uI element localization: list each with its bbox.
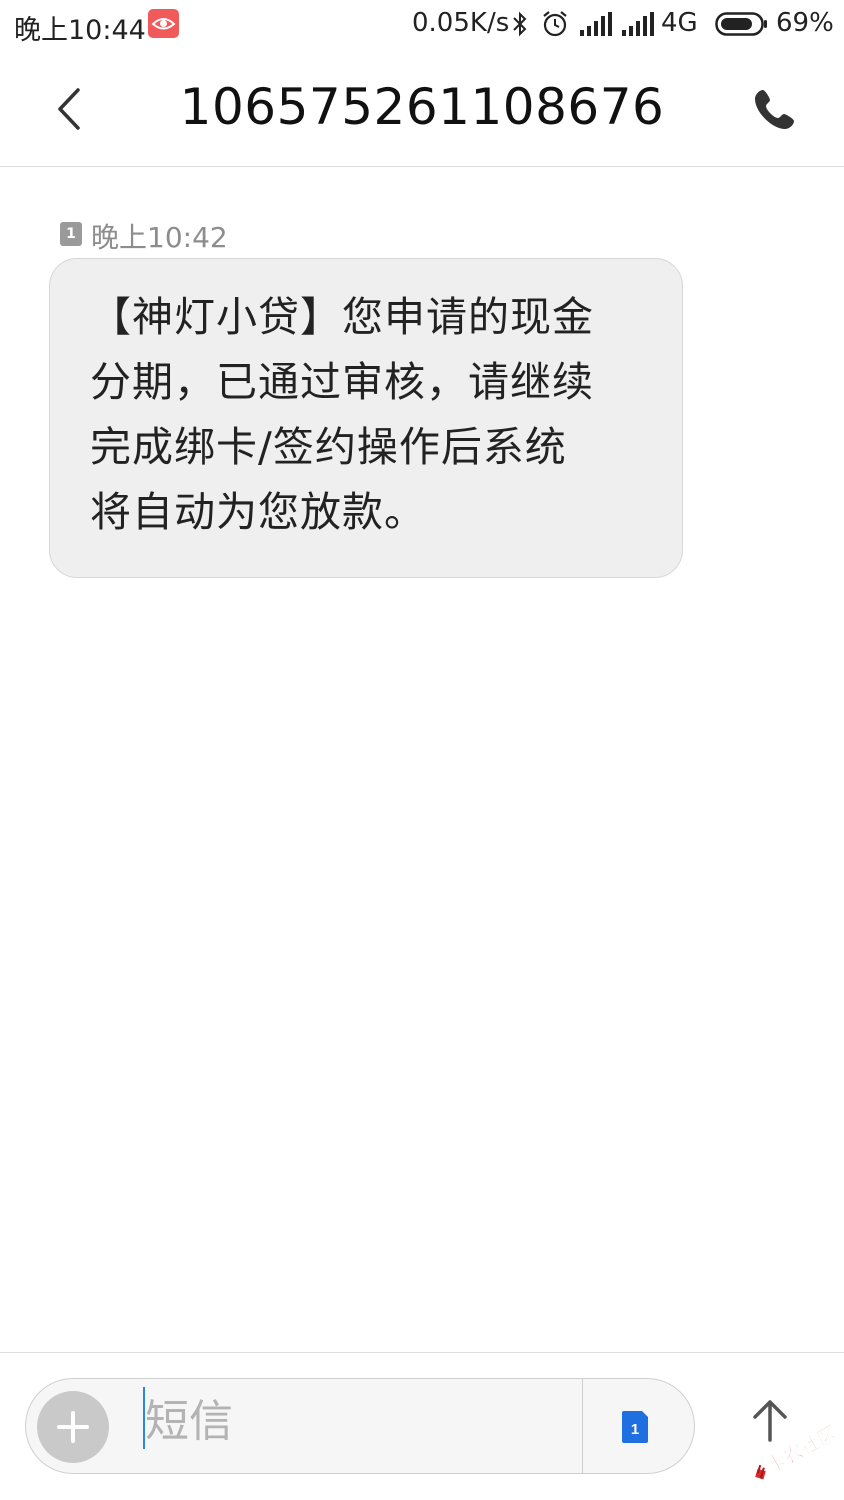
signal-icon — [580, 12, 612, 40]
page-title: 106575261108676 — [179, 78, 665, 136]
eye-app-icon — [148, 9, 179, 38]
composer-separator — [582, 1379, 583, 1473]
message-line: 将自动为您放款。 — [90, 488, 426, 536]
battery-percentage: 69% — [776, 8, 834, 38]
sim-card-icon: 1 — [622, 1411, 648, 1443]
battery-icon — [715, 12, 769, 40]
add-attachment-button[interactable] — [37, 1391, 109, 1463]
message-text: 【神灯小贷】您申请的现金 分期，已通过审核，请继续 完成绑卡/签约操作后系统 将… — [90, 285, 642, 545]
bluetooth-icon — [512, 11, 528, 41]
call-button[interactable] — [752, 86, 798, 132]
sim-badge: 1 — [60, 222, 82, 246]
message-bubble[interactable]: 【神灯小贷】您申请的现金 分期，已通过审核，请继续 完成绑卡/签约操作后系统 将… — [49, 258, 683, 578]
alarm-icon — [540, 9, 570, 43]
plus-icon — [57, 1411, 89, 1443]
message-input[interactable] — [145, 1390, 565, 1452]
network-speed: 0.05K/s — [412, 8, 510, 38]
composer-divider — [0, 1352, 844, 1353]
phone-icon — [755, 90, 794, 129]
status-time: 晚上10:44 — [14, 15, 146, 46]
status-bar: 晚上10:44 0.05K/s 4G 69% — [0, 0, 844, 50]
conversation-header: 106575261108676 — [0, 50, 844, 167]
watermark-logo: 卡农社区 — [743, 1410, 843, 1485]
message-line: 完成绑卡/签约操作后系统 — [90, 423, 567, 471]
sim-number: 1 — [631, 1421, 639, 1438]
signal-icon — [622, 12, 654, 40]
network-type: 4G — [661, 8, 698, 38]
sim-select-button[interactable]: 1 — [612, 1403, 658, 1449]
watermark-text: 卡农社区 — [763, 1421, 841, 1477]
message-line: 【神灯小贷】您申请的现金 — [90, 293, 594, 341]
message-line: 分期，已通过审核，请继续 — [90, 358, 594, 406]
message-timestamp: 晚上10:42 — [91, 221, 228, 254]
